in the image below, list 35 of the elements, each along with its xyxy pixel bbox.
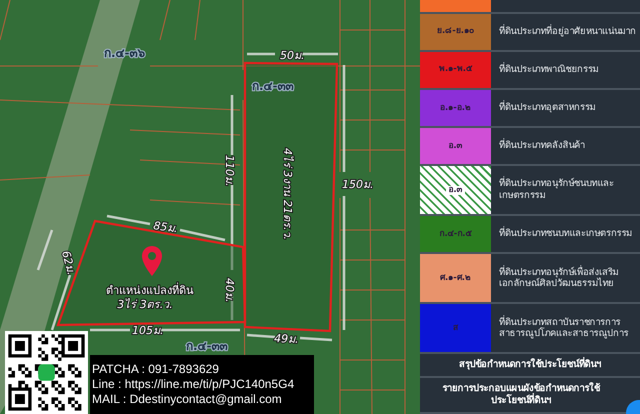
contact-text: MAIL : Ddestinycontact@gmail.com: [92, 392, 283, 406]
zone-code-label: ก.๔-๓๓: [252, 79, 294, 93]
measurement-label: 150ม.: [342, 178, 374, 191]
zone-description: ที่ดินประเภทอนุรักษ์ชนบทและเกษตรกรรม: [498, 175, 615, 204]
zone-code: อ.๑-อ.๒: [440, 104, 471, 113]
legend-link[interactable]: สรุปข้อกำหนดการใช้ประโยชน์ที่ดินฯ: [420, 354, 640, 378]
contact-text: PATCHA : 091-7893629: [92, 362, 220, 376]
zone-description: ที่ดินประเภทที่อยู่อาศัยหนาแน่นมาก: [498, 23, 638, 40]
measurement-label: 85ม.: [152, 219, 179, 236]
zone-code-label: ก.๔-๓๖: [104, 46, 146, 60]
location-pin-icon: [142, 246, 162, 276]
zone-code-label: ก.๔-๓๓: [186, 339, 228, 353]
plot-area-label: 3ไร่ 3ตร.ว.: [117, 298, 173, 311]
zone-description: ที่ดินประเภทพาณิชยกรรม: [498, 61, 600, 78]
measurement-label: 40ม.: [223, 278, 236, 302]
zone-code: ส: [453, 324, 458, 334]
zone-code: ศ.๑-ศ.๒: [440, 274, 471, 284]
zone-description: ที่ดินประเภทอนุรักษ์เพื่อส่งเสริมเอกลักษณ์ศิลปวัฒนธรรมไทย: [498, 264, 620, 292]
plot-title-label: ตำแหน่งแปลงที่ดิน: [106, 284, 194, 297]
measurement-label: 50ม.: [280, 49, 304, 62]
plot-area-label: 4ไร่ 3งาน 21ตร.ว.: [281, 148, 294, 240]
zone-code: อ.๓: [448, 142, 463, 151]
zone-code: พ.๑-พ.๕: [439, 65, 472, 75]
contact-text: Line : https://line.me/ti/p/PJC140n5G4: [92, 377, 296, 391]
zone-description: ที่ดินประเภทชนบทและเกษตรกรรม: [498, 225, 634, 242]
measurement-label: 110ม.: [223, 155, 236, 186]
zone-code: ย.๘-ย.๑๐: [437, 27, 474, 37]
zone-description: ที่ดินประเภทสถาบันราชการการสาธารณูปโภคและสาธารณูปการ: [498, 314, 630, 342]
measurement-label: 105ม.: [132, 324, 164, 337]
zone-code: อ.๓: [446, 186, 465, 196]
zone-description: ที่ดินประเภทคลังสินค้า: [498, 137, 586, 154]
measurement-label: 62ม.: [59, 249, 78, 276]
measurement-label: 49ม.: [274, 332, 299, 346]
zone-code: ก.๔-ก.๕: [440, 230, 472, 240]
zone-description: ที่ดินประเภทอุตสาหกรรม: [498, 99, 596, 116]
